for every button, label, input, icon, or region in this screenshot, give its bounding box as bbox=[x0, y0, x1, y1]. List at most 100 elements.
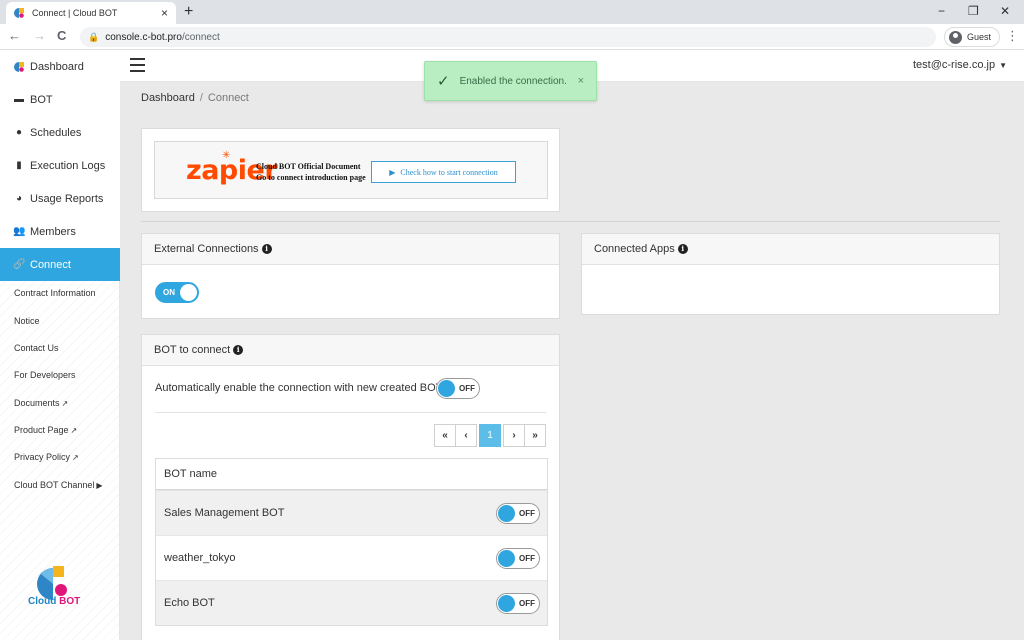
logo-text: Cloud BOT bbox=[28, 596, 80, 607]
table-row: Sales Management BOT OFF bbox=[156, 490, 547, 535]
zapier-banner: zapier ✳ Cloud BOT Official Document Go … bbox=[154, 141, 548, 199]
toggle-knob bbox=[180, 284, 197, 301]
sidebar-item-members[interactable]: 👥 Members bbox=[0, 215, 120, 248]
sidebar-link-privacy-policy[interactable]: Privacy Policy ↗ bbox=[14, 452, 79, 462]
users-icon: 👥 bbox=[13, 226, 26, 237]
table-row: weather_tokyo OFF bbox=[156, 535, 547, 580]
bot-to-connect-header: BOT to connect i bbox=[142, 335, 559, 366]
success-toast: ✓ Enabled the connection. × bbox=[424, 61, 597, 101]
sidebar-link-documents[interactable]: Documents ↗ bbox=[14, 398, 68, 408]
page-prev-button[interactable]: ‹ bbox=[455, 424, 477, 447]
sidebar-link-notice[interactable]: Notice bbox=[14, 316, 40, 326]
sidebar-link-label: Privacy Policy bbox=[14, 452, 71, 462]
info-icon[interactable]: i bbox=[677, 244, 688, 254]
profile-label: Guest bbox=[967, 32, 992, 42]
sidebar-link-for-developers[interactable]: For Developers bbox=[14, 370, 76, 380]
page-number-button[interactable]: 1 bbox=[479, 424, 501, 447]
column-header-bot-name: BOT name bbox=[164, 468, 217, 480]
back-button[interactable]: ← bbox=[8, 28, 21, 43]
play-icon: ▶ bbox=[389, 167, 396, 177]
caret-down-icon: ▼ bbox=[999, 61, 1007, 70]
browser-tab[interactable]: Connect | Cloud BOT × bbox=[6, 2, 176, 24]
connected-apps-title: Connected Apps bbox=[594, 243, 675, 255]
profile-icon bbox=[949, 30, 962, 44]
sidebar-item-bot[interactable]: ▬ BOT bbox=[0, 83, 120, 116]
cloudbot-logo-icon bbox=[14, 61, 24, 72]
bot-to-connect-title: BOT to connect bbox=[154, 344, 231, 356]
sidebar-item-label: Dashboard bbox=[30, 60, 84, 73]
bot-connection-toggle[interactable]: OFF bbox=[496, 548, 540, 569]
sidebar-link-cloud-bot-channel[interactable]: Cloud BOT Channel ▶ bbox=[14, 480, 103, 490]
zapier-doc-text: Cloud BOT Official Document Go to connec… bbox=[256, 161, 366, 183]
toggle-label: OFF bbox=[519, 599, 535, 608]
auto-enable-toggle[interactable]: OFF bbox=[436, 378, 480, 399]
zapier-doc-line1: Cloud BOT Official Document bbox=[256, 162, 361, 171]
toggle-label: OFF bbox=[519, 509, 535, 518]
zapier-doc-line2: Go to connect introduction page bbox=[256, 173, 366, 182]
info-icon[interactable]: i bbox=[261, 244, 272, 254]
table-header: BOT name bbox=[156, 459, 547, 490]
bot-to-connect-card: BOT to connect i Automatically enable the… bbox=[141, 334, 560, 640]
sidebar-link-label: Documents bbox=[14, 398, 60, 408]
user-menu[interactable]: test@c-rise.co.jp ▼ bbox=[913, 59, 1007, 71]
restore-button[interactable]: ❐ bbox=[968, 4, 979, 18]
sidebar: Dashboard ▬ BOT ● Schedules ▮ Execution … bbox=[0, 50, 120, 640]
sidebar-item-execution-logs[interactable]: ▮ Execution Logs bbox=[0, 149, 120, 182]
sidebar-link-label: Product Page bbox=[14, 425, 69, 435]
toast-close-icon[interactable]: × bbox=[578, 75, 584, 87]
toggle-label: OFF bbox=[459, 384, 475, 393]
sidebar-link-product-page[interactable]: Product Page ↗ bbox=[14, 425, 77, 435]
address-bar[interactable]: 🔒 console.c-bot.pro/connect bbox=[80, 27, 936, 47]
check-icon: ✓ bbox=[437, 73, 450, 90]
info-icon[interactable]: i bbox=[233, 345, 244, 355]
link-icon: 🔗 bbox=[13, 259, 26, 270]
lock-icon: 🔒 bbox=[88, 31, 100, 42]
pie-chart-icon: ◕ bbox=[15, 193, 23, 204]
page-last-button[interactable]: » bbox=[524, 424, 546, 447]
new-tab-button[interactable]: + bbox=[184, 3, 193, 21]
sidebar-item-label: Members bbox=[30, 225, 76, 238]
page-next-button[interactable]: › bbox=[503, 424, 525, 447]
external-link-icon: ↗ bbox=[70, 426, 78, 435]
tab-close-icon[interactable]: × bbox=[161, 6, 168, 20]
sidebar-link-contact-us[interactable]: Contact Us bbox=[14, 343, 59, 353]
forward-button[interactable]: → bbox=[33, 28, 46, 43]
toggle-knob bbox=[498, 505, 515, 522]
sidebar-item-schedules[interactable]: ● Schedules bbox=[0, 116, 120, 149]
bot-name: Sales Management BOT bbox=[164, 507, 285, 519]
section-divider bbox=[141, 221, 1000, 222]
breadcrumb-dashboard[interactable]: Dashboard bbox=[141, 92, 195, 104]
bot-connection-toggle[interactable]: OFF bbox=[496, 503, 540, 524]
sidebar-item-label: Usage Reports bbox=[30, 192, 104, 205]
bot-connection-toggle[interactable]: OFF bbox=[496, 593, 540, 614]
check-connection-button[interactable]: ▶ Check how to start connection bbox=[371, 161, 516, 183]
check-connection-label: Check how to start connection bbox=[400, 167, 498, 177]
sidebar-item-label: Execution Logs bbox=[30, 159, 106, 172]
external-connections-toggle[interactable]: ON bbox=[155, 282, 199, 303]
user-email: test@c-rise.co.jp bbox=[913, 59, 996, 71]
toggle-knob bbox=[498, 550, 515, 567]
sidebar-item-dashboard[interactable]: Dashboard bbox=[0, 50, 120, 83]
external-connections-card: External Connections i ON bbox=[141, 233, 560, 319]
external-link-icon: ↗ bbox=[72, 453, 79, 462]
page-first-button[interactable]: « bbox=[434, 424, 456, 447]
browser-tab-bar: Connect | Cloud BOT × + − ❐ ✕ bbox=[0, 0, 1024, 24]
connected-apps-header: Connected Apps i bbox=[582, 234, 999, 265]
sidebar-item-connect[interactable]: 🔗 Connect bbox=[0, 248, 120, 281]
youtube-icon: ▶ bbox=[96, 481, 103, 490]
external-link-icon: ↗ bbox=[61, 399, 69, 408]
profile-button[interactable]: Guest bbox=[944, 27, 1001, 47]
sidebar-item-usage-reports[interactable]: ◕ Usage Reports bbox=[0, 182, 120, 215]
hamburger-menu-icon[interactable] bbox=[130, 58, 145, 72]
minimize-button[interactable]: − bbox=[938, 4, 945, 18]
sidebar-link-contract-information[interactable]: Contract Information bbox=[14, 288, 96, 298]
browser-menu-icon[interactable]: ⋮ bbox=[1006, 28, 1019, 44]
window-close-button[interactable]: ✕ bbox=[1000, 4, 1010, 18]
sidebar-link-label: Cloud BOT Channel bbox=[14, 480, 95, 490]
file-icon: ▮ bbox=[16, 160, 22, 171]
reload-button[interactable]: C bbox=[57, 28, 66, 43]
clock-icon: ● bbox=[15, 127, 23, 138]
connected-apps-card: Connected Apps i bbox=[581, 233, 1000, 315]
bot-icon: ▬ bbox=[14, 94, 24, 105]
breadcrumb-current: Connect bbox=[207, 92, 249, 104]
